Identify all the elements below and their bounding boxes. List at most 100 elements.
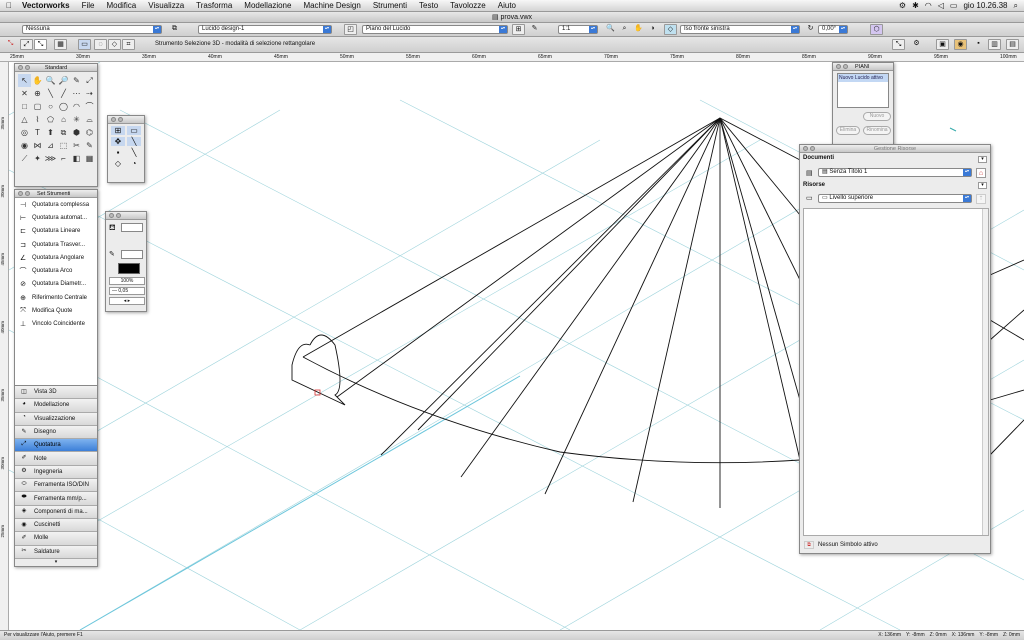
standard-tool-icon[interactable]: ⌓ xyxy=(83,113,96,126)
layers-palette-header[interactable]: PIANI xyxy=(833,63,893,71)
lasso-select-icon[interactable]: ◌ xyxy=(94,39,107,50)
resource-list[interactable] xyxy=(803,208,989,536)
close-icon[interactable] xyxy=(803,146,808,151)
new-layer-button[interactable]: Nuovo xyxy=(863,112,891,121)
standard-tool-icon[interactable]: ✕ xyxy=(18,87,31,100)
tool-set-item[interactable]: ⊏ Quotatura Lineare xyxy=(15,224,97,238)
spotlight-icon[interactable]: ⌕ xyxy=(1014,1,1018,11)
wifi-icon[interactable]: ◠ xyxy=(925,1,932,10)
horizontal-ruler[interactable]: 25mm 30mm 35mm 40mm 45mm 50mm 55mm 60mm 65mm 70mm… xyxy=(0,53,1024,62)
3d-move-icon[interactable]: ✥ xyxy=(111,137,125,146)
standard-tool-icon[interactable]: △ xyxy=(18,113,31,126)
tool-set-item[interactable]: ⊥ Vincolo Coincidente xyxy=(15,317,97,331)
tool-category-item[interactable]: ⬭ Ferramenta ISO/DIN xyxy=(15,479,97,493)
standard-tool-icon[interactable]: □ xyxy=(18,100,31,113)
tool-category-item[interactable]: ✐ Note xyxy=(15,452,97,466)
zoom-icon[interactable] xyxy=(25,191,30,196)
line-weight-field[interactable]: — 0,05 xyxy=(109,287,145,295)
folder-up-icon[interactable]: ⇡ xyxy=(976,194,986,204)
standard-tool-icon[interactable]: ⤢ xyxy=(83,74,96,87)
volume-icon[interactable]: ◁ xyxy=(938,1,944,10)
menu-strumenti[interactable]: Strumenti xyxy=(367,1,413,10)
mode-2-icon[interactable]: ⤡ xyxy=(34,39,47,50)
3d-rect-icon[interactable]: ▭ xyxy=(127,126,141,135)
folder-dropdown[interactable]: ▭ Livello superiore xyxy=(818,194,972,203)
resource-manager-header[interactable]: Gestione Risorse xyxy=(800,145,990,153)
layout-icon[interactable]: ▥ xyxy=(988,39,1001,50)
clock[interactable]: gio 10.26.38 xyxy=(963,1,1007,10)
3d-line-icon[interactable]: ╲ xyxy=(127,137,141,146)
mode-1-icon[interactable]: ⤢ xyxy=(20,39,33,50)
standard-tool-icon[interactable]: ✦ xyxy=(31,152,44,165)
attributes-palette-header[interactable] xyxy=(106,212,146,220)
paint-bucket-icon[interactable]: ⛾ xyxy=(109,223,116,233)
layer-item[interactable]: Nuovo Lucido attivo xyxy=(838,74,888,82)
standard-tool-icon[interactable]: ⋙ xyxy=(44,152,57,165)
standard-tool-icon[interactable]: ⌒ xyxy=(83,100,96,113)
standard-tool-icon[interactable]: ⬆ xyxy=(44,126,57,139)
menu-modifica[interactable]: Modifica xyxy=(100,1,142,10)
standard-tool-icon[interactable]: ╱ xyxy=(57,87,70,100)
battery-icon[interactable]: ▭ xyxy=(950,1,958,10)
tool-set-item[interactable]: ⤧ Modifica Quote xyxy=(15,304,97,318)
close-icon[interactable] xyxy=(111,117,116,122)
projection-icon[interactable]: ⬡ xyxy=(870,24,883,35)
standard-tool-icon[interactable]: ◠ xyxy=(70,100,83,113)
close-icon[interactable] xyxy=(836,64,841,69)
tool-category-item[interactable]: ✐ Molle xyxy=(15,532,97,546)
mode-3-icon[interactable]: ▦ xyxy=(54,39,67,50)
3d-dot-icon[interactable]: ▪ xyxy=(111,148,125,157)
standard-tool-icon[interactable]: ✋ xyxy=(31,74,44,87)
plane-mode-icon[interactable]: ◰ xyxy=(344,24,357,35)
menu-modellazione[interactable]: Modellazione xyxy=(238,1,297,10)
menu-aiuto[interactable]: Aiuto xyxy=(492,1,522,10)
vertical-ruler[interactable]: 35mm 30mm 45mm 40mm 35mm 30mm 25mm xyxy=(0,62,9,630)
standard-tool-icon[interactable]: ⬠ xyxy=(44,113,57,126)
standard-tool-icon[interactable]: ⌂ xyxy=(57,113,70,126)
pan-icon[interactable]: ✋ xyxy=(632,24,645,35)
standard-tool-icon[interactable]: ◎ xyxy=(18,126,31,139)
tool-category-item[interactable]: ✎ Disegno xyxy=(15,425,97,440)
scroll-down-icon[interactable]: ▾ xyxy=(15,559,97,565)
tool-category-item[interactable]: ⚙ Ingegneria xyxy=(15,465,97,480)
apple-icon[interactable]:  xyxy=(0,1,18,10)
tool-category-item[interactable]: ◔ Visualizzazione xyxy=(15,412,97,426)
tool-mode-icon[interactable]: ⤡ xyxy=(4,39,17,50)
menu-file[interactable]: File xyxy=(76,1,101,10)
menu-testo[interactable]: Testo xyxy=(413,1,444,10)
standard-tool-icon[interactable]: ⟋ xyxy=(18,152,31,165)
standard-tool-icon[interactable]: 🔍 xyxy=(44,74,57,87)
standard-tool-icon[interactable]: ⊕ xyxy=(31,87,44,100)
tool-set-palette-header[interactable]: Set Strumenti xyxy=(15,190,97,198)
rename-layer-button[interactable]: Rinomina xyxy=(863,126,891,135)
3d-slash-icon[interactable]: ╲ xyxy=(127,148,141,157)
resource-scrollbar[interactable] xyxy=(982,209,988,535)
standard-tool-icon[interactable]: ╲ xyxy=(44,87,57,100)
tool-set-item[interactable]: ⊐ Quotatura Trasver... xyxy=(15,237,97,252)
menu-machine-design[interactable]: Machine Design xyxy=(297,1,366,10)
opacity-field[interactable]: 100% xyxy=(109,277,145,285)
tool-category-item[interactable]: ⤢ Quotatura xyxy=(15,439,97,453)
arrowheads-field[interactable]: ◂ ▸ xyxy=(109,297,145,305)
tool-set-item[interactable]: ⊘ Quotatura Diametr... xyxy=(15,277,97,292)
document-dropdown[interactable]: ▤ Senza Titolo 1 xyxy=(818,168,972,177)
zoom-in-icon[interactable]: 🔍 xyxy=(604,24,617,35)
tool-set-item[interactable]: ⊢ Quotatura automat... xyxy=(15,211,97,225)
scale-pencil-icon[interactable]: ✎ xyxy=(528,24,541,35)
gear-icon[interactable]: ⚙ xyxy=(899,1,906,10)
standard-tool-icon[interactable]: ⋯ xyxy=(70,87,83,100)
standard-tool-icon[interactable]: ▦ xyxy=(83,152,96,165)
settings-gear-icon[interactable]: ⚙ xyxy=(910,39,923,50)
fill-style-dropdown[interactable] xyxy=(121,223,143,232)
tool-category-item[interactable]: ◈ Componenti di ma... xyxy=(15,505,97,519)
class-dropdown[interactable]: Nessuna xyxy=(22,25,162,34)
tool-category-item[interactable]: ◫ Vista 3D xyxy=(15,386,97,400)
close-icon[interactable] xyxy=(18,191,23,196)
standard-tool-icon[interactable]: ⧉ xyxy=(57,126,70,139)
menu-tavolozze[interactable]: Tavolozze xyxy=(444,1,492,10)
fill-color-swatch[interactable] xyxy=(118,263,140,274)
pen-style-dropdown[interactable] xyxy=(121,250,143,259)
tool-set-item[interactable]: ⌒ Quotatura Arco xyxy=(15,264,97,278)
view-dropdown[interactable]: Iso fronte sinistra xyxy=(680,25,800,34)
tool-set-item[interactable]: ∠ Quotatura Angolare xyxy=(15,251,97,265)
